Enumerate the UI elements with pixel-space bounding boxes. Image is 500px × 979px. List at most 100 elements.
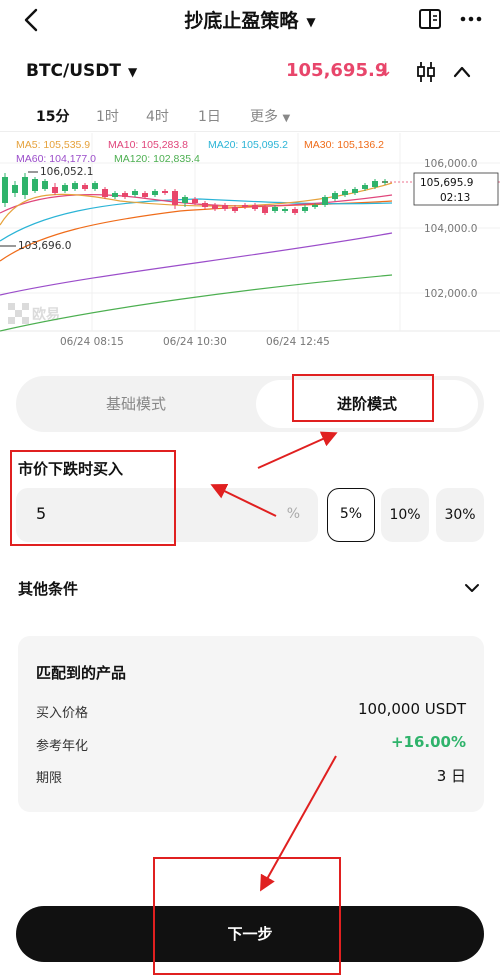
candle-body <box>42 181 48 189</box>
collapse-chart-chevron-up-icon[interactable] <box>452 62 472 82</box>
apr-row: 参考年化 +16.00% <box>36 733 466 755</box>
pair-selector[interactable]: BTC/USDT <box>26 61 121 81</box>
chevron-down-icon <box>465 584 479 592</box>
candle-body <box>12 185 18 193</box>
top-bar: 抄底止盈策略 ▼ <box>0 0 500 40</box>
tab-1hour[interactable]: 1时 <box>96 106 119 126</box>
candle-body <box>192 199 198 203</box>
candle-body <box>352 189 358 193</box>
timeframe-tabs: 15分 1时 4时 1日 更多 ▼ <box>0 100 500 132</box>
candle-body <box>332 193 338 199</box>
candle-body <box>2 177 8 203</box>
candlestick-icon[interactable] <box>414 60 438 84</box>
annotation-arrow-to-advanced <box>257 431 338 469</box>
low-price-marker: 103,696.0 <box>18 240 71 252</box>
price-chart[interactable]: MA5: 105,535.9 MA10: 105,283.8 MA20: 105… <box>0 133 500 352</box>
candle-body <box>252 205 258 209</box>
candle-body <box>152 191 158 195</box>
candle-body <box>182 197 188 203</box>
price-down-arrow-icon: ↓ <box>378 60 394 81</box>
candle-body <box>262 207 268 213</box>
more-options-icon[interactable] <box>458 8 484 30</box>
price-tick-106000: 106,000.0 <box>424 158 477 170</box>
candle-body <box>112 193 118 197</box>
candle-body <box>62 185 68 191</box>
candle-body <box>312 205 318 207</box>
price-tick-104000: 104,000.0 <box>424 223 477 235</box>
tab-more[interactable]: 更多 ▼ <box>250 106 290 126</box>
page-title-text: 抄底止盈策略 <box>184 10 299 32</box>
mode-toggle: 基础模式 进阶模式 <box>16 376 484 432</box>
ma60-label: MA60: 104,177.0 <box>16 153 96 165</box>
tab-more-label: 更多 <box>250 109 278 125</box>
preset-30-percent-button[interactable]: 30% <box>436 488 484 542</box>
candle-body <box>52 187 58 193</box>
other-conditions-label: 其他条件 <box>18 580 79 598</box>
term-key: 期限 <box>36 771 63 786</box>
candle-body <box>282 209 288 211</box>
candle-body <box>242 205 248 207</box>
ma5-label: MA5: 105,535.9 <box>16 139 90 151</box>
ma120-label: MA120: 102,835.4 <box>114 153 200 165</box>
tab-4hour[interactable]: 4时 <box>146 106 169 126</box>
buy-price-row: 买入价格 100,000 USDT <box>36 700 466 722</box>
candle-body <box>272 207 278 211</box>
tab-15min[interactable]: 15分 <box>36 106 69 126</box>
guide-book-icon[interactable] <box>418 8 442 30</box>
term-row: 期限 3 日 <box>36 765 466 787</box>
time-tick-1030: 06/24 10:30 <box>163 336 227 348</box>
candle-body <box>342 191 348 195</box>
okx-watermark: 欧易 <box>8 303 60 324</box>
price-tick-102000: 102,000.0 <box>424 288 477 300</box>
candle-body <box>322 197 328 205</box>
preset-5-percent-button[interactable]: 5% <box>327 488 375 542</box>
apr-value: +16.00% <box>390 733 466 751</box>
candle-body <box>132 191 138 195</box>
pair-caret-icon[interactable]: ▼ <box>128 65 137 79</box>
candle-body <box>82 185 88 189</box>
drop-percent-unit: % <box>286 506 300 522</box>
pair-bar: BTC/USDT ▼ 105,695.9 ↓ <box>0 52 500 92</box>
buy-price-value: 100,000 USDT <box>357 700 466 718</box>
last-price: 105,695.9 <box>286 60 388 81</box>
high-price-marker: 106,052.1 <box>40 166 93 178</box>
buy-price-key: 买入价格 <box>36 706 89 721</box>
matched-product-title: 匹配到的产品 <box>36 664 127 682</box>
next-step-button[interactable]: 下一步 <box>16 906 484 962</box>
time-tick-0815: 06/24 08:15 <box>60 336 124 348</box>
tab-1day[interactable]: 1日 <box>198 106 221 126</box>
buy-condition-label: 市价下跌时买入 <box>18 460 124 478</box>
candle-body <box>212 205 218 209</box>
candle-countdown: 02:13 <box>440 192 470 204</box>
candle-body <box>32 179 38 191</box>
title-caret-icon: ▼ <box>306 14 316 29</box>
advanced-mode-tab[interactable]: 进阶模式 <box>256 380 478 428</box>
basic-mode-tab[interactable]: 基础模式 <box>22 380 250 428</box>
drop-percent-input[interactable]: 5 % <box>16 488 318 542</box>
candle-body <box>92 183 98 189</box>
current-price-label: 105,695.9 <box>420 177 473 189</box>
term-value: 3 日 <box>436 767 466 785</box>
time-tick-1245: 06/24 12:45 <box>266 336 330 348</box>
other-conditions-row[interactable]: 其他条件 <box>18 578 484 602</box>
candle-body <box>362 185 368 189</box>
candle-body <box>232 207 238 211</box>
candle-body <box>72 183 78 189</box>
ma10-label: MA10: 105,283.8 <box>108 139 188 151</box>
candle-body <box>222 205 228 209</box>
candle-body <box>162 191 168 193</box>
ma30-line <box>0 200 393 262</box>
ma20-label: MA20: 105,095.2 <box>208 139 288 151</box>
candle-body <box>22 177 28 195</box>
matched-product-card: 匹配到的产品 买入价格 100,000 USDT 参考年化 +16.00% 期限… <box>18 636 484 812</box>
apr-key: 参考年化 <box>36 739 89 754</box>
candle-body <box>292 209 298 213</box>
candle-body <box>372 181 378 187</box>
candle-body <box>202 203 208 207</box>
candle-body <box>122 193 128 197</box>
preset-10-percent-button[interactable]: 10% <box>381 488 429 542</box>
watermark-text: 欧易 <box>32 306 60 323</box>
drop-percent-value: 5 <box>36 504 47 523</box>
candle-body <box>102 189 108 197</box>
candle-body <box>172 191 178 205</box>
